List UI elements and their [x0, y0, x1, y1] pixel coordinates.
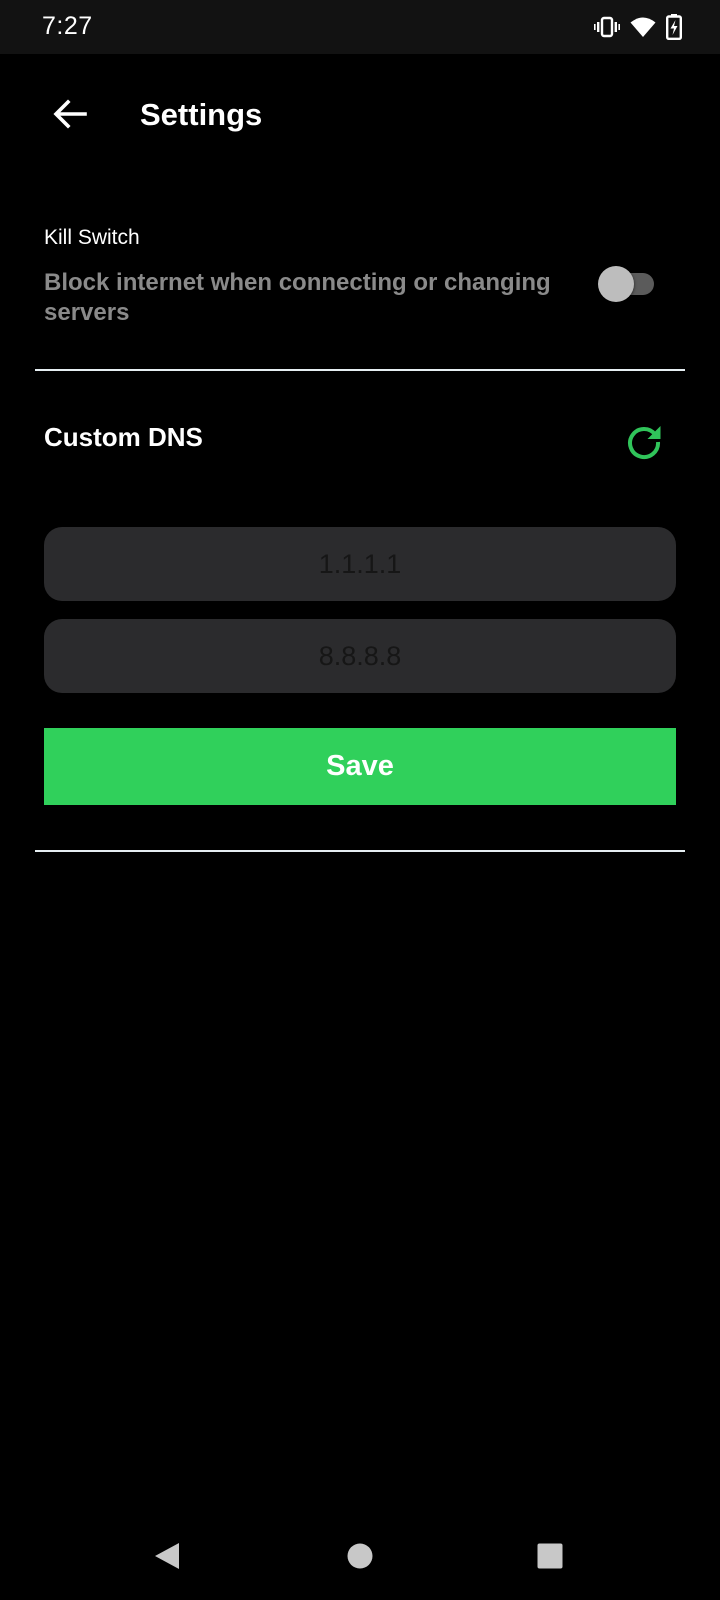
nav-home-button[interactable] [338, 1536, 382, 1580]
custom-dns-title: Custom DNS [44, 422, 203, 452]
save-button[interactable]: Save [44, 728, 676, 805]
section-divider [35, 369, 685, 371]
vibrate-icon [594, 16, 620, 38]
section-divider-bottom [35, 850, 685, 852]
page-title: Settings [140, 97, 263, 132]
battery-charging-icon [666, 14, 682, 40]
nav-back-button[interactable] [145, 1536, 189, 1580]
wifi-icon [630, 16, 656, 38]
nav-recents-icon [536, 1542, 564, 1575]
refresh-icon [624, 422, 664, 467]
status-time: 7:27 [42, 12, 93, 40]
secondary-dns-input[interactable] [44, 619, 676, 693]
refresh-dns-button[interactable] [622, 422, 666, 466]
nav-recents-button[interactable] [528, 1536, 572, 1580]
status-bar: 7:27 [0, 0, 720, 54]
kill-switch-description: Block internet when connecting or changi… [44, 269, 551, 326]
system-nav-bar [0, 1516, 720, 1600]
back-button[interactable] [44, 90, 96, 142]
toggle-thumb [598, 266, 634, 302]
status-icons [594, 14, 682, 40]
kill-switch-toggle[interactable] [598, 266, 658, 302]
kill-switch-title: Kill Switch [44, 226, 140, 249]
app-bar: Settings [0, 54, 720, 178]
primary-dns-input[interactable] [44, 527, 676, 601]
nav-back-icon [152, 1541, 182, 1576]
arrow-left-icon [53, 98, 87, 134]
nav-home-icon [346, 1542, 374, 1575]
